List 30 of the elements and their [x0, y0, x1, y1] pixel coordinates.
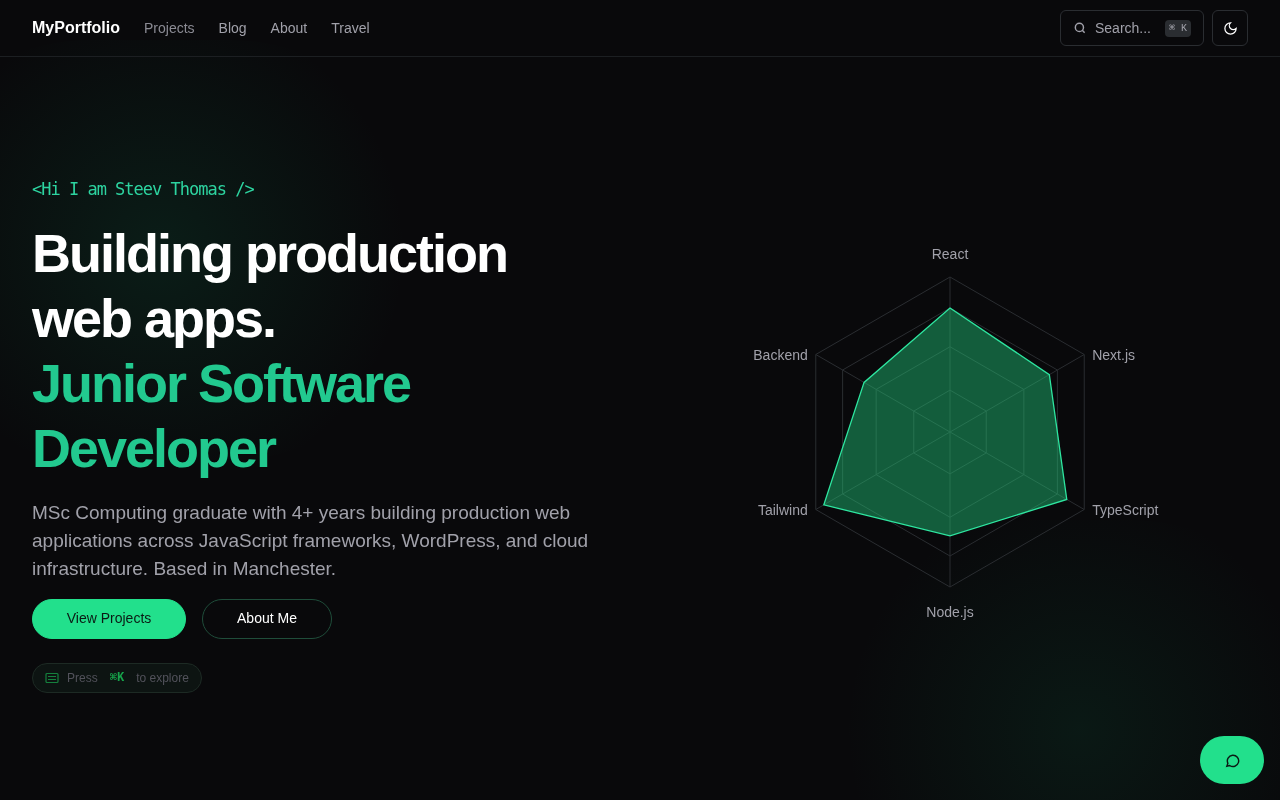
axis-label: Node.js	[926, 604, 974, 620]
axis-label: TypeScript	[1092, 501, 1159, 518]
axis-label: Tailwind	[757, 501, 808, 518]
chat-button[interactable]	[1200, 736, 1264, 784]
shortcut-key: ⌘K	[109, 668, 125, 687]
search-field[interactable]: Search... ⌘ K	[1060, 10, 1204, 46]
role-title: Junior Software	[32, 351, 411, 415]
axis-label: React	[931, 246, 969, 262]
tagline: <Hi I am Steev Thomas />	[32, 178, 255, 201]
hero-heading: web apps.	[32, 286, 276, 350]
nav-link[interactable]: Travel	[331, 17, 370, 39]
shortcut-key: ⌘ K	[1164, 19, 1191, 37]
keyboard-icon	[45, 671, 59, 684]
hint-text: to explore	[136, 669, 189, 687]
view-projects-button[interactable]: View Projects	[32, 598, 186, 639]
axis-label: Next.js	[1092, 346, 1136, 363]
search-icon	[1073, 21, 1087, 35]
nav-link[interactable]: Projects	[144, 17, 195, 39]
hero-heading: Building production	[32, 221, 507, 285]
nav-link[interactable]: About	[270, 17, 308, 39]
theme-toggle-button[interactable]	[1212, 10, 1248, 46]
hint-text: Press	[67, 669, 98, 687]
role-title: Developer	[32, 416, 276, 480]
moon-icon	[1222, 20, 1238, 36]
about-me-button[interactable]: About Me	[202, 598, 332, 639]
axis-label: Backend	[753, 346, 808, 363]
nav-link[interactable]: Blog	[218, 17, 247, 39]
description: MSc Computing graduate with 4+ years building production web applications across JavaScript frameworks, WordPress, and cloud infrastructure. Based in Manchester.	[32, 500, 590, 581]
search-input[interactable]: Search...	[1094, 17, 1157, 39]
brand-logo[interactable]: MyPortfolio	[32, 16, 120, 40]
